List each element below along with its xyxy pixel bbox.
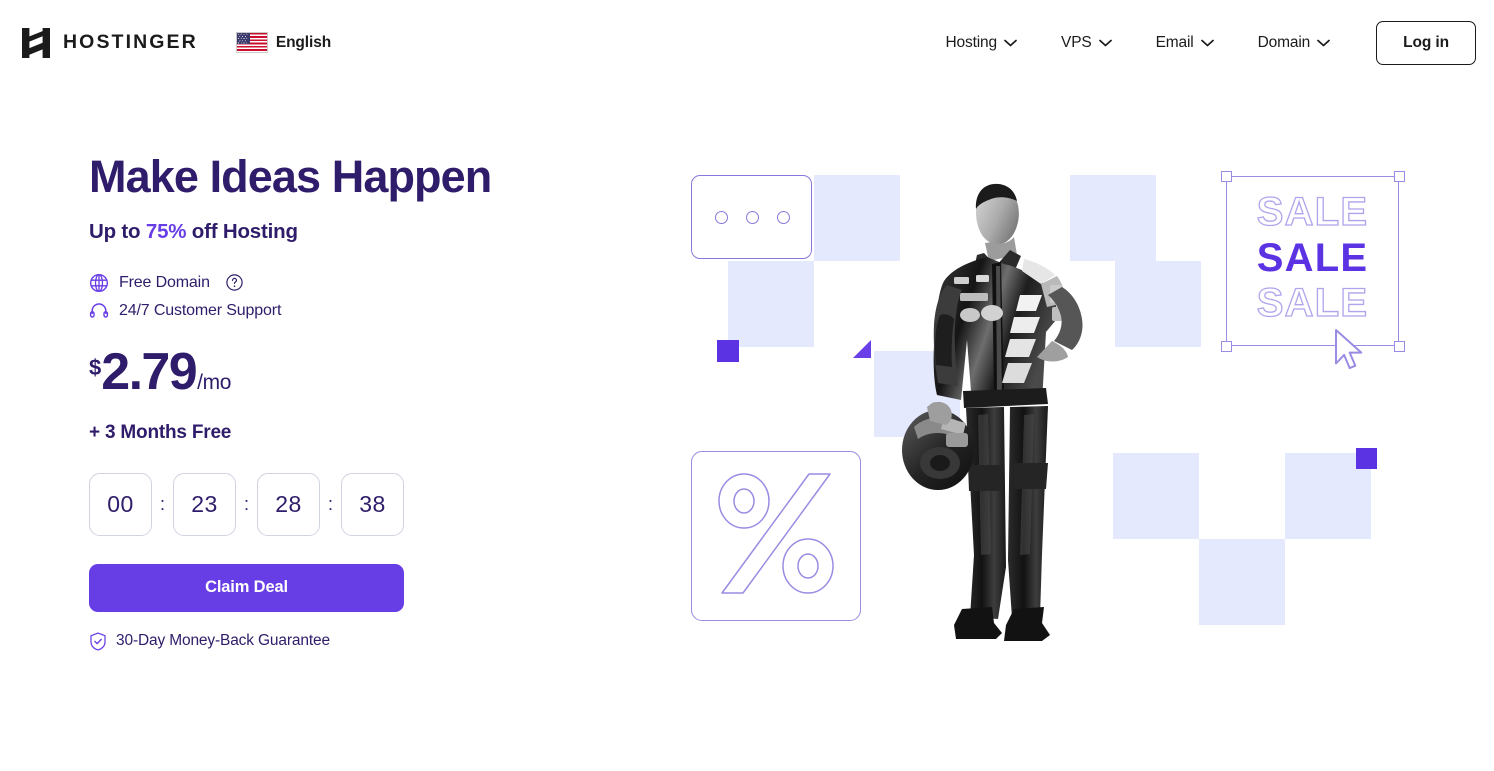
hero-subtitle: Up to 75% off Hosting <box>89 220 640 244</box>
nav-label: Hosting <box>945 33 997 51</box>
guarantee-label: 30-Day Money-Back Guarantee <box>116 632 330 650</box>
countdown-days: 00 <box>89 472 152 536</box>
nav-item-email[interactable]: Email <box>1134 24 1236 62</box>
browser-window-card <box>691 175 812 259</box>
price-amount: 2.79 <box>101 342 197 401</box>
hero-content: Make Ideas Happen Up to 75% off Hosting … <box>0 85 640 771</box>
hero-illustration: SALE SALE SALE <box>640 85 1494 771</box>
chevron-down-icon <box>1317 39 1330 47</box>
chevron-down-icon <box>1098 39 1112 47</box>
main-navigation: Hosting VPS Email Domain Log in <box>923 20 1476 65</box>
countdown-hours: 23 <box>173 472 236 536</box>
nav-label: Domain <box>1257 33 1311 51</box>
chevron-down-icon <box>1004 39 1017 47</box>
countdown-timer: 00 : 23 : 28 : 38 <box>89 472 640 536</box>
decorative-accent-square <box>1356 448 1377 469</box>
hero-section: Make Ideas Happen Up to 75% off Hosting … <box>0 85 1494 771</box>
percent-symbol-outline-icon <box>716 471 836 601</box>
countdown-separator: : <box>243 493 249 514</box>
decorative-square <box>814 175 900 261</box>
feature-list: Free Domain 24/7 Customer Support <box>89 273 640 321</box>
price-currency: $ <box>89 354 102 380</box>
race-driver-photo <box>892 165 1142 650</box>
globe-icon <box>89 273 109 293</box>
sale-text-block: SALE SALE SALE <box>1226 189 1399 327</box>
countdown-minutes: 28 <box>257 472 320 536</box>
site-header: HOSTINGER English Hosting VPS Email Doma… <box>0 0 1494 85</box>
subtitle-prefix: Up to <box>89 219 146 243</box>
selection-handle[interactable] <box>1394 341 1405 352</box>
selection-handle[interactable] <box>1221 171 1232 182</box>
feature-label: 24/7 Customer Support <box>119 301 282 319</box>
browser-dot-icon <box>746 210 759 224</box>
claim-deal-button[interactable]: Claim Deal <box>89 563 404 612</box>
headset-icon <box>89 301 109 321</box>
browser-dot-icon <box>777 210 790 224</box>
selection-handle[interactable] <box>1394 171 1405 182</box>
feature-free-domain: Free Domain <box>89 273 640 293</box>
subtitle-suffix: off Hosting <box>186 219 298 243</box>
language-label: English <box>275 33 332 51</box>
brand-logo[interactable]: HOSTINGER <box>22 27 198 58</box>
chevron-down-icon <box>1200 39 1214 47</box>
nav-item-domain[interactable]: Domain <box>1236 24 1353 62</box>
feature-label: Free Domain <box>119 273 210 291</box>
question-mark-circle-icon[interactable] <box>220 274 243 292</box>
price-block: $ 2.79 /mo <box>89 346 640 398</box>
brand-wordmark: HOSTINGER <box>63 30 198 53</box>
bonus-text: + 3 Months Free <box>89 421 232 443</box>
price-period: /mo <box>197 370 232 394</box>
nav-item-vps[interactable]: VPS <box>1039 24 1134 62</box>
countdown-seconds: 38 <box>341 472 404 536</box>
browser-dot-icon <box>715 210 728 224</box>
decorative-square <box>1199 539 1285 625</box>
decorative-triangle <box>853 340 871 358</box>
countdown-separator: : <box>159 493 165 514</box>
nav-item-hosting[interactable]: Hosting <box>923 24 1039 62</box>
sale-text-outline-top: SALE <box>1256 189 1369 234</box>
countdown-separator: : <box>327 493 333 514</box>
decorative-accent-square <box>717 340 739 362</box>
subtitle-discount: 75% <box>145 219 187 243</box>
hostinger-h-logo-icon <box>22 27 50 58</box>
decorative-square <box>728 261 814 347</box>
percent-card <box>691 451 861 621</box>
language-selector[interactable]: English <box>235 32 332 53</box>
us-flag-icon <box>235 32 268 53</box>
feature-customer-support: 24/7 Customer Support <box>89 301 640 321</box>
sale-text-solid: SALE <box>1256 235 1369 280</box>
page-title: Make Ideas Happen <box>89 151 492 202</box>
money-back-guarantee: 30-Day Money-Back Guarantee <box>89 632 640 651</box>
shield-check-icon <box>89 632 107 651</box>
nav-label: VPS <box>1061 33 1092 51</box>
mouse-pointer-icon <box>1333 328 1367 377</box>
sale-text-outline-bottom: SALE <box>1256 281 1369 326</box>
selection-handle[interactable] <box>1221 341 1232 352</box>
nav-label: Email <box>1155 33 1194 51</box>
login-button[interactable]: Log in <box>1376 20 1476 65</box>
